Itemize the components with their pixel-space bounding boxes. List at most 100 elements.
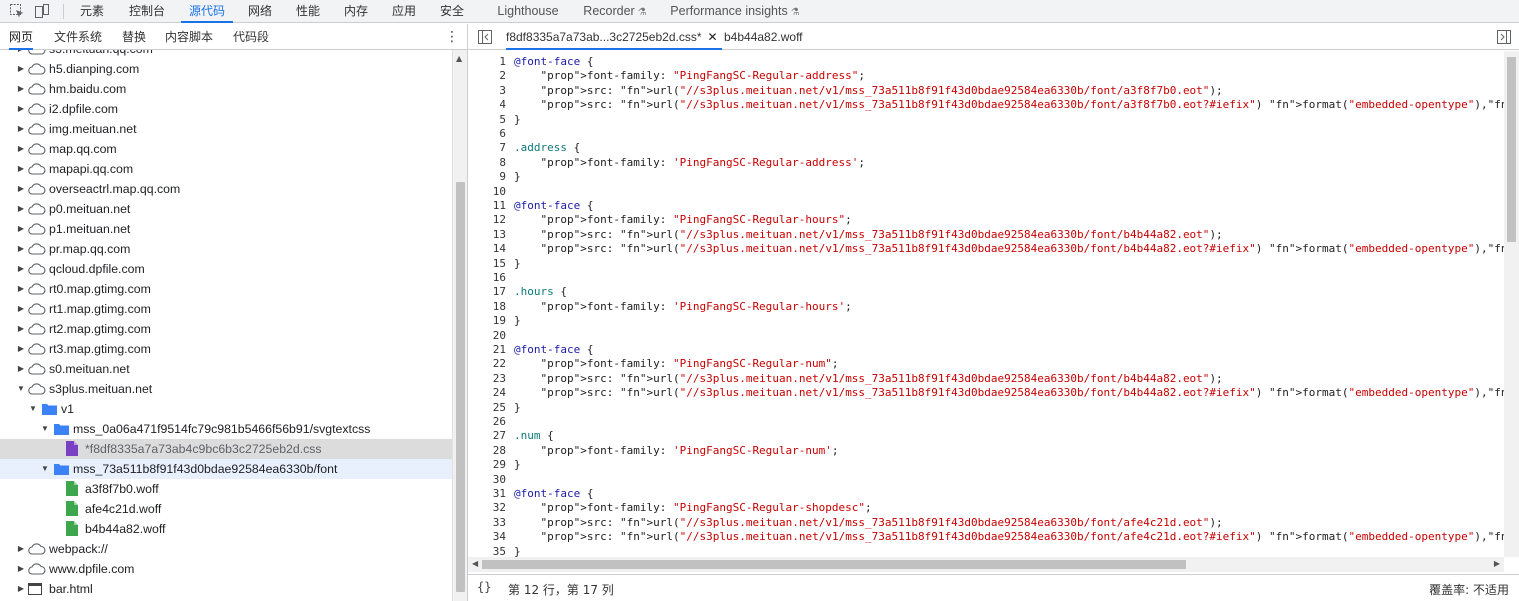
tree-item[interactable]: ▼ s3plus.meituan.net	[0, 379, 452, 399]
line-number[interactable]: 29	[468, 458, 506, 472]
tab-security[interactable]: 安全	[434, 0, 470, 23]
editor-tab-css[interactable]: f8df8335a7a73ab...3c2725eb2d.css* ✕	[506, 24, 722, 50]
code-line[interactable]: 12 "prop">font-family: "PingFangSC-Regul…	[468, 213, 1504, 227]
collapsed-arrow-icon[interactable]: ▶	[16, 119, 26, 139]
tree-item[interactable]: ▶ hm.baidu.com	[0, 79, 452, 99]
code-line[interactable]: 17 .hours {	[468, 285, 1504, 299]
tree-item[interactable]: ▶ p1.meituan.net	[0, 219, 452, 239]
collapsed-arrow-icon[interactable]: ▶	[16, 539, 26, 559]
line-number[interactable]: 11	[468, 199, 506, 213]
tree-item[interactable]: ▼ mss_0a06a471f9514fc79c981b5466f56b91/sv…	[0, 419, 452, 439]
line-number[interactable]: 10	[468, 185, 506, 199]
tree-item[interactable]: ▶ pr.map.qq.com	[0, 239, 452, 259]
code-line[interactable]: 6	[468, 127, 1504, 141]
line-number[interactable]: 30	[468, 473, 506, 487]
line-number[interactable]: 33	[468, 516, 506, 530]
scroll-right-arrow-icon[interactable]: ▶	[1494, 559, 1500, 568]
line-number[interactable]: 34	[468, 530, 506, 544]
tab-performance-insights[interactable]: Performance insights ⚗	[668, 0, 802, 23]
tree-item[interactable]: ▶ rt2.map.gtimg.com	[0, 319, 452, 339]
code-line[interactable]: 35}	[468, 545, 1504, 557]
collapsed-arrow-icon[interactable]: ▶	[16, 159, 26, 179]
file-tree-scrollbar[interactable]: ▲	[452, 50, 467, 601]
collapsed-arrow-icon[interactable]: ▶	[16, 79, 26, 99]
collapsed-arrow-icon[interactable]: ▶	[16, 179, 26, 199]
code-line[interactable]: 20	[468, 329, 1504, 343]
line-number[interactable]: 17	[468, 285, 506, 299]
code-line[interactable]: 22 "prop">font-family: "PingFangSC-Regul…	[468, 357, 1504, 371]
editor-tab-woff[interactable]: b4b44a82.woff	[724, 24, 803, 50]
line-number[interactable]: 22	[468, 357, 506, 371]
nav-tab-page[interactable]: 网页	[9, 24, 34, 50]
pretty-print-button[interactable]: {}	[477, 580, 491, 594]
code-line[interactable]: 5}	[468, 113, 1504, 127]
line-number[interactable]: 5	[468, 113, 506, 127]
code-line[interactable]: 31 @font-face {	[468, 487, 1504, 501]
tree-file-item[interactable]: b4b44a82.woff	[0, 519, 452, 539]
line-number[interactable]: 20	[468, 329, 506, 343]
tree-item[interactable]: ▶ bar.html	[0, 579, 452, 599]
collapsed-arrow-icon[interactable]: ▶	[16, 139, 26, 159]
scroll-up-arrow-icon[interactable]: ▲	[456, 54, 462, 63]
tree-item[interactable]: ▶ h5.dianping.com	[0, 59, 452, 79]
tree-file-item[interactable]: afe4c21d.woff	[0, 499, 452, 519]
line-number[interactable]: 7	[468, 141, 506, 155]
line-number[interactable]: 16	[468, 271, 506, 285]
code-line[interactable]: 9}	[468, 170, 1504, 184]
tree-item[interactable]: ▶ rt0.map.gtimg.com	[0, 279, 452, 299]
expanded-arrow-icon[interactable]: ▼	[16, 379, 26, 399]
line-number[interactable]: 3	[468, 84, 506, 98]
tree-item[interactable]: ▶ webpack://	[0, 539, 452, 559]
tree-item[interactable]: ▶ overseactrl.map.qq.com	[0, 179, 452, 199]
tree-item[interactable]: ▶ www.dpfile.com	[0, 559, 452, 579]
line-number[interactable]: 9	[468, 170, 506, 184]
line-number[interactable]: 6	[468, 127, 506, 141]
toggle-navigator-icon[interactable]	[478, 30, 492, 44]
code-line[interactable]: 3 "prop">src: "fn">url("//s3plus.meituan…	[468, 84, 1504, 98]
code-line[interactable]: 2 "prop">font-family: "PingFangSC-Regula…	[468, 69, 1504, 83]
collapsed-arrow-icon[interactable]: ▶	[16, 219, 26, 239]
line-number[interactable]: 21	[468, 343, 506, 357]
line-number[interactable]: 19	[468, 314, 506, 328]
line-number[interactable]: 15	[468, 257, 506, 271]
tab-memory[interactable]: 内存	[338, 0, 374, 23]
nav-tab-overrides[interactable]: 替换	[122, 24, 146, 50]
code-line[interactable]: 23 "prop">src: "fn">url("//s3plus.meitua…	[468, 372, 1504, 386]
more-vert-icon[interactable]: ⋮	[445, 28, 459, 46]
tree-item[interactable]: ▶ rt1.map.gtimg.com	[0, 299, 452, 319]
line-number[interactable]: 24	[468, 386, 506, 400]
code-line[interactable]: 11 @font-face {	[468, 199, 1504, 213]
tab-network[interactable]: 网络	[242, 0, 278, 23]
tree-item[interactable]: ▶ map.qq.com	[0, 139, 452, 159]
tree-file-item[interactable]: *f8df8335a7a73ab4c9bc6b3c2725eb2d.css	[0, 439, 452, 459]
tab-sources[interactable]: 源代码	[181, 0, 233, 23]
code-line[interactable]: 13 "prop">src: "fn">url("//s3plus.meitua…	[468, 228, 1504, 242]
tree-file-item[interactable]: a3f8f7b0.woff	[0, 479, 452, 499]
code-line[interactable]: 16	[468, 271, 1504, 285]
tab-elements[interactable]: 元素	[72, 0, 112, 23]
code-line[interactable]: 10	[468, 185, 1504, 199]
editor-vertical-scrollbar[interactable]	[1504, 51, 1519, 557]
code-line[interactable]: 7 .address {	[468, 141, 1504, 155]
line-number[interactable]: 32	[468, 501, 506, 515]
code-line[interactable]: 18 "prop">font-family: 'PingFangSC-Regul…	[468, 300, 1504, 314]
nav-tab-filesystem[interactable]: 文件系统	[54, 24, 102, 50]
expanded-arrow-icon[interactable]: ▼	[40, 419, 50, 439]
collapsed-arrow-icon[interactable]: ▶	[16, 199, 26, 219]
code-line[interactable]: 15}	[468, 257, 1504, 271]
line-number[interactable]: 18	[468, 300, 506, 314]
code-line[interactable]: 1 @font-face {	[468, 55, 1504, 69]
tree-item[interactable]: ▼ v1	[0, 399, 452, 419]
tree-item[interactable]: ▶ s0.meituan.net	[0, 359, 452, 379]
line-number[interactable]: 8	[468, 156, 506, 170]
tree-item[interactable]: ▶ img.meituan.net	[0, 119, 452, 139]
collapsed-arrow-icon[interactable]: ▶	[16, 59, 26, 79]
tree-item[interactable]: ▶ rt3.map.gtimg.com	[0, 339, 452, 359]
collapsed-arrow-icon[interactable]: ▶	[16, 50, 26, 59]
line-number[interactable]: 2	[468, 69, 506, 83]
tree-item[interactable]: ▶ i2.dpfile.com	[0, 99, 452, 119]
tab-application[interactable]: 应用	[386, 0, 422, 23]
collapsed-arrow-icon[interactable]: ▶	[16, 559, 26, 579]
device-toolbar-icon[interactable]	[34, 3, 50, 19]
collapsed-arrow-icon[interactable]: ▶	[16, 279, 26, 299]
